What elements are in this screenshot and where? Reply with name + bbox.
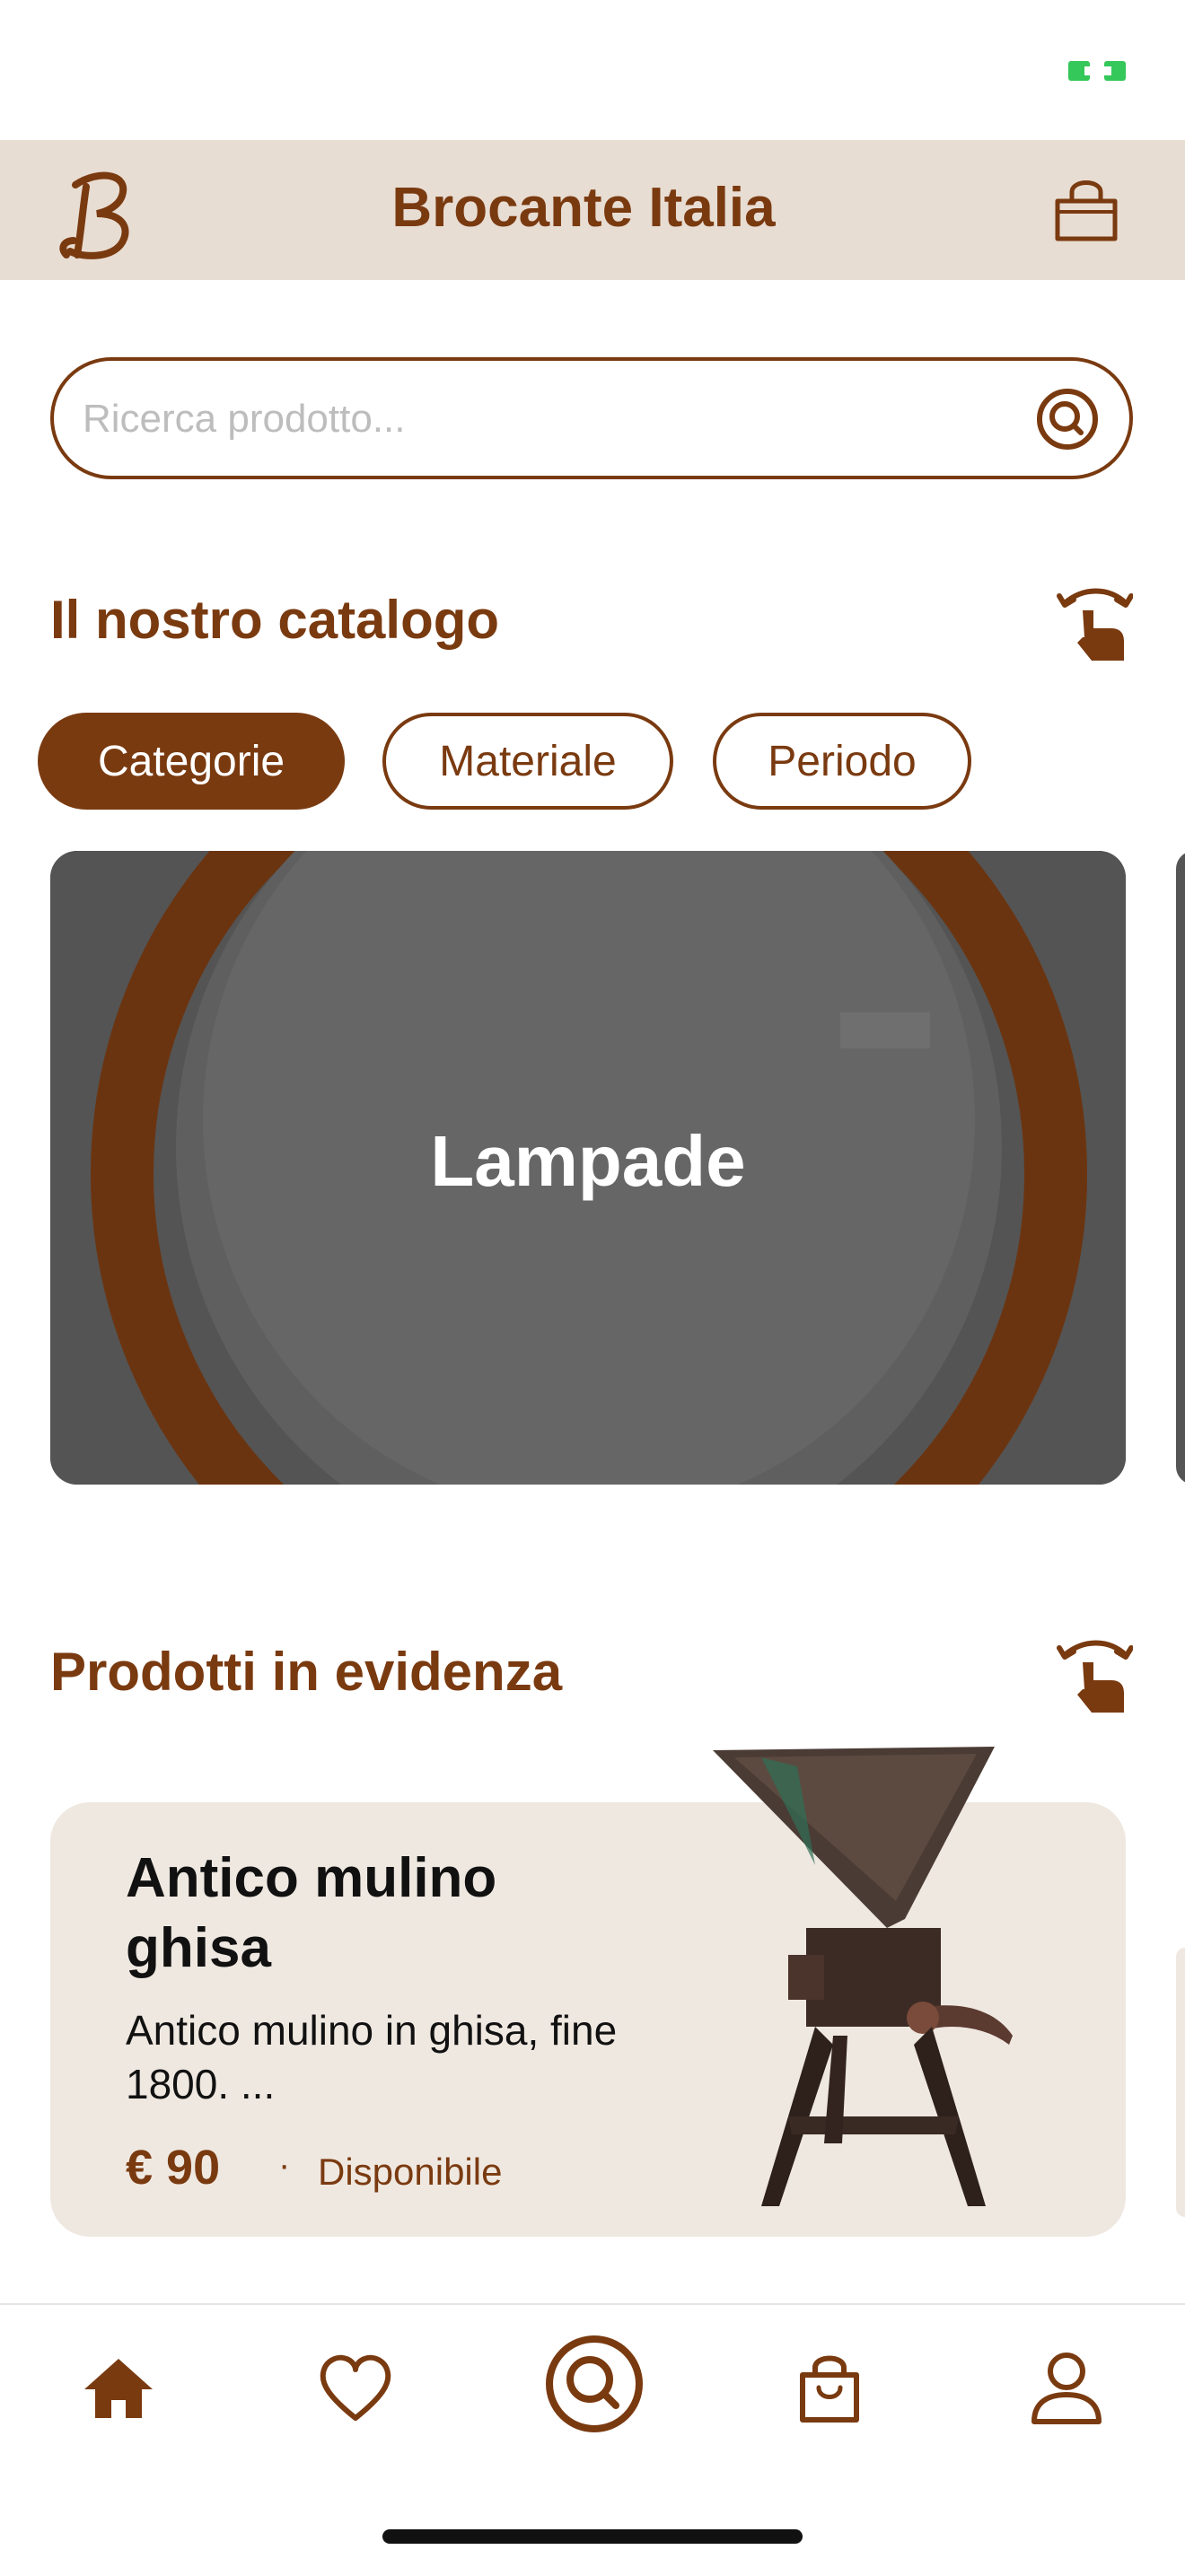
search-bar <box>50 357 1133 479</box>
category-label: Lampade <box>430 1121 746 1201</box>
product-description: Antico mulino in ghisa, fine 1800. ... <box>126 2007 618 2107</box>
status-bar <box>0 0 1185 140</box>
product-name: Antico mulino ghisa <box>126 1847 497 1979</box>
chip-categorie[interactable]: Categorie <box>38 713 345 810</box>
swipe-hand-icon <box>1057 1640 1133 1713</box>
shopping-bag-icon[interactable] <box>785 2343 874 2432</box>
shopping-bag-icon[interactable] <box>1049 171 1124 246</box>
featured-title: Prodotti in evidenza <box>50 1642 563 1702</box>
product-image <box>713 1747 1013 2206</box>
search-input[interactable] <box>81 361 982 478</box>
battery-icon <box>1068 61 1126 81</box>
product-availability: Disponibile <box>318 2151 503 2193</box>
product-card-next[interactable] <box>1176 1948 1185 2217</box>
catalog-title: Il nostro catalogo <box>50 590 500 650</box>
chip-periodo[interactable]: Periodo <box>713 713 971 810</box>
home-icon[interactable] <box>74 2343 163 2432</box>
category-card-next[interactable] <box>1176 851 1185 1485</box>
category-card-lampade[interactable]: Lampade <box>50 851 1126 1485</box>
separator-dot: · <box>278 2145 291 2185</box>
search-icon[interactable] <box>1036 388 1099 451</box>
chip-materiale[interactable]: Materiale <box>382 713 673 810</box>
heart-icon[interactable] <box>311 2343 400 2432</box>
home-indicator <box>382 2529 803 2544</box>
app-title: Brocante Italia <box>391 177 776 239</box>
swipe-hand-icon <box>1057 588 1133 661</box>
search-tab-icon[interactable] <box>544 2334 645 2434</box>
user-icon[interactable] <box>1022 2343 1111 2432</box>
product-price: € 90 <box>126 2141 221 2195</box>
